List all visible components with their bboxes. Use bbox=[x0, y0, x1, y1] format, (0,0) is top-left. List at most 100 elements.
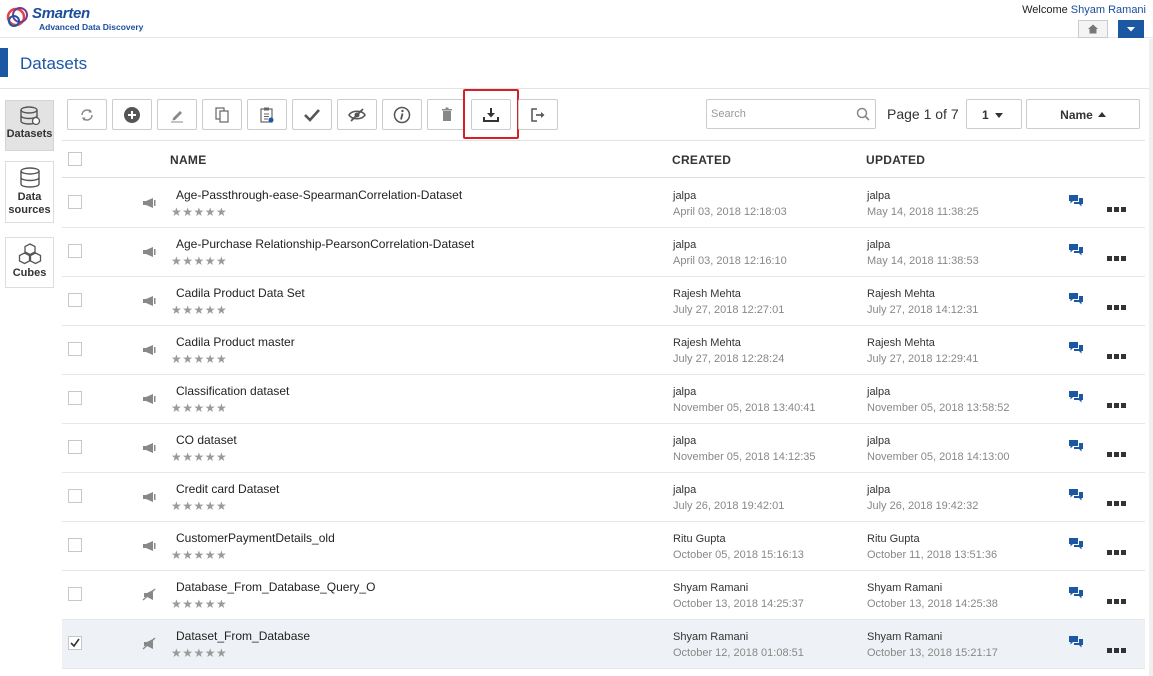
user-menu-button[interactable] bbox=[1118, 20, 1144, 38]
export-icon bbox=[531, 107, 545, 122]
refresh-icon bbox=[81, 108, 93, 121]
search-box bbox=[706, 99, 876, 129]
info-button[interactable] bbox=[382, 99, 422, 130]
more-options-icon[interactable] bbox=[1107, 346, 1128, 364]
more-options-icon[interactable] bbox=[1107, 591, 1128, 609]
comments-icon[interactable] bbox=[1068, 635, 1084, 654]
copy-button[interactable] bbox=[202, 99, 242, 130]
row-checkbox[interactable] bbox=[68, 195, 82, 209]
comments-icon[interactable] bbox=[1068, 292, 1084, 311]
edit-button[interactable] bbox=[157, 99, 197, 130]
table-row[interactable]: CO dataset ★★★★★ jalpa November 05, 2018… bbox=[62, 424, 1145, 473]
edit-icon bbox=[171, 110, 183, 122]
dataset-name[interactable]: Credit card Dataset bbox=[176, 482, 279, 496]
created-at: October 05, 2018 15:16:13 bbox=[673, 549, 804, 561]
row-checkbox[interactable] bbox=[68, 440, 82, 454]
rating-stars[interactable]: ★★★★★ bbox=[171, 352, 227, 366]
rating-stars[interactable]: ★★★★★ bbox=[171, 548, 227, 562]
comments-icon[interactable] bbox=[1068, 537, 1084, 556]
user-name-link[interactable]: Shyam Ramani bbox=[1071, 4, 1146, 16]
rating-stars[interactable]: ★★★★★ bbox=[171, 401, 227, 415]
column-header-updated[interactable]: UPDATED bbox=[866, 153, 925, 167]
refresh-button[interactable] bbox=[67, 99, 107, 130]
more-options-icon[interactable] bbox=[1107, 640, 1128, 658]
download-button[interactable] bbox=[471, 99, 511, 130]
export-button[interactable] bbox=[518, 99, 558, 130]
comments-icon[interactable] bbox=[1068, 439, 1084, 458]
row-checkbox[interactable] bbox=[68, 538, 82, 552]
sidebar-item-data-sources[interactable]: Data sources bbox=[5, 161, 54, 223]
add-button[interactable] bbox=[112, 99, 152, 130]
more-options-icon[interactable] bbox=[1107, 542, 1128, 560]
rating-stars[interactable]: ★★★★★ bbox=[171, 303, 227, 317]
table-row[interactable]: Database_From_Database_Query_O ★★★★★ Shy… bbox=[62, 571, 1145, 620]
sidebar-item-datasets[interactable]: Datasets bbox=[5, 100, 54, 151]
home-button[interactable] bbox=[1078, 20, 1108, 38]
table-row[interactable]: Dataset_From_Database ★★★★★ Shyam Ramani… bbox=[62, 620, 1145, 669]
comments-icon[interactable] bbox=[1068, 194, 1084, 213]
more-options-icon[interactable] bbox=[1107, 395, 1128, 413]
created-by: jalpa bbox=[673, 190, 697, 202]
search-icon[interactable] bbox=[856, 107, 870, 121]
row-checkbox[interactable] bbox=[68, 293, 82, 307]
updated-at: July 26, 2018 19:42:32 bbox=[867, 500, 979, 512]
table-row[interactable]: Age-Purchase Relationship-PearsonCorrela… bbox=[62, 228, 1145, 277]
comments-icon[interactable] bbox=[1068, 390, 1084, 409]
table-row[interactable]: Age-Passthrough-ease-SpearmanCorrelation… bbox=[62, 179, 1145, 228]
search-input[interactable] bbox=[707, 100, 852, 128]
comments-icon[interactable] bbox=[1068, 488, 1084, 507]
row-checkbox[interactable] bbox=[68, 391, 82, 405]
row-checkbox[interactable] bbox=[68, 587, 82, 601]
dataset-name[interactable]: Age-Passthrough-ease-SpearmanCorrelation… bbox=[176, 188, 462, 202]
dataset-name[interactable]: Database_From_Database_Query_O bbox=[176, 580, 375, 594]
dataset-name[interactable]: Cadila Product master bbox=[176, 335, 295, 349]
hide-button[interactable] bbox=[337, 99, 377, 130]
comments-icon[interactable] bbox=[1068, 243, 1084, 262]
rating-stars[interactable]: ★★★★★ bbox=[171, 499, 227, 513]
megaphone-icon bbox=[143, 443, 156, 453]
table-row[interactable]: Credit card Dataset ★★★★★ jalpa July 26,… bbox=[62, 473, 1145, 522]
column-header-name[interactable]: NAME bbox=[170, 153, 207, 167]
dataset-name[interactable]: Classification dataset bbox=[176, 384, 289, 398]
row-checkbox[interactable] bbox=[68, 342, 82, 356]
sidebar-item-label: Cubes bbox=[12, 267, 47, 279]
table-row[interactable]: Cadila Product Data Set ★★★★★ Rajesh Meh… bbox=[62, 277, 1145, 326]
more-options-icon[interactable] bbox=[1107, 297, 1128, 315]
page-select[interactable]: 1 bbox=[966, 99, 1022, 129]
rating-stars[interactable]: ★★★★★ bbox=[171, 254, 227, 268]
approve-button[interactable] bbox=[292, 99, 332, 130]
more-options-icon[interactable] bbox=[1107, 199, 1128, 217]
sidebar-item-cubes[interactable]: Cubes bbox=[5, 237, 54, 288]
scrollbar[interactable] bbox=[1149, 39, 1153, 676]
hide-icon bbox=[348, 107, 366, 122]
select-all-checkbox[interactable] bbox=[68, 152, 82, 166]
comments-icon[interactable] bbox=[1068, 586, 1084, 605]
dataset-name[interactable]: CO dataset bbox=[176, 433, 237, 447]
dataset-name[interactable]: Age-Purchase Relationship-PearsonCorrela… bbox=[176, 237, 474, 251]
paste-button[interactable] bbox=[247, 99, 287, 130]
column-header-created[interactable]: CREATED bbox=[672, 153, 731, 167]
row-checkbox[interactable] bbox=[68, 636, 82, 650]
rating-stars[interactable]: ★★★★★ bbox=[171, 646, 227, 660]
more-options-icon[interactable] bbox=[1107, 493, 1128, 511]
table-row[interactable]: CustomerPaymentDetails_old ★★★★★ Ritu Gu… bbox=[62, 522, 1145, 571]
rating-stars[interactable]: ★★★★★ bbox=[171, 450, 227, 464]
download-button-highlight bbox=[463, 89, 519, 139]
rating-stars[interactable]: ★★★★★ bbox=[171, 205, 227, 219]
rating-stars[interactable]: ★★★★★ bbox=[171, 597, 227, 611]
row-checkbox[interactable] bbox=[68, 244, 82, 258]
check-icon bbox=[304, 108, 320, 122]
more-options-icon[interactable] bbox=[1107, 248, 1128, 266]
row-checkbox[interactable] bbox=[68, 489, 82, 503]
table-row[interactable]: Classification dataset ★★★★★ jalpa Novem… bbox=[62, 375, 1145, 424]
dataset-name[interactable]: CustomerPaymentDetails_old bbox=[176, 531, 335, 545]
dataset-name[interactable]: Cadila Product Data Set bbox=[176, 286, 305, 300]
updated-by: jalpa bbox=[867, 239, 891, 251]
comments-icon[interactable] bbox=[1068, 341, 1084, 360]
more-options-icon[interactable] bbox=[1107, 444, 1128, 462]
table-row[interactable]: Cadila Product master ★★★★★ Rajesh Mehta… bbox=[62, 326, 1145, 375]
dataset-name[interactable]: Dataset_From_Database bbox=[176, 629, 310, 643]
delete-button[interactable] bbox=[427, 99, 467, 130]
page-indicator: Page 1 of 7 bbox=[887, 106, 959, 122]
sort-select[interactable]: Name bbox=[1026, 99, 1140, 129]
